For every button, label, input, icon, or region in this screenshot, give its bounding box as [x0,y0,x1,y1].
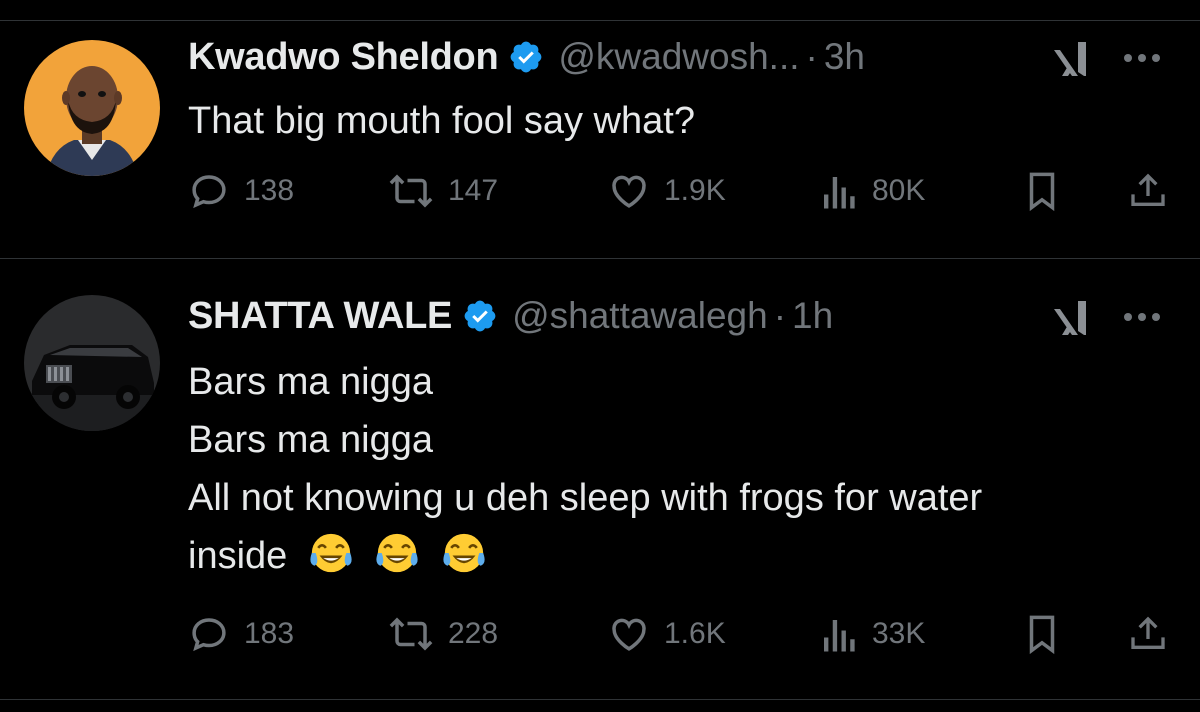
bottom-divider [0,699,1200,700]
user-handle[interactable]: @shattawalegh [512,295,768,337]
views-icon [824,177,855,209]
separator-dot: · [805,36,818,77]
views-count: 33K [872,617,926,650]
views-count: 80K [872,174,926,207]
like-icon [612,175,646,208]
like-button[interactable]: 1.9K [608,170,726,212]
repost-count: 228 [448,617,499,650]
views-icon [824,620,855,652]
display-name[interactable]: SHATTA WALE [188,295,452,338]
bookmark-button[interactable] [1024,613,1060,655]
views-button[interactable]: 33K [818,613,925,655]
tweet-line: All not knowing u deh sleep with frogs f… [188,477,983,519]
tweet-actions: 183 228 1.6K 33K [188,613,1178,661]
repost-button[interactable]: 228 [388,613,498,655]
reply-count: 183 [244,617,295,650]
tweet-header: Kwadwo Sheldon @kwadwosh... · 3h [188,32,865,82]
repost-button[interactable]: 147 [388,170,498,212]
reply-count: 138 [244,174,295,207]
timestamp[interactable]: 1h [792,295,833,337]
display-name[interactable]: Kwadwo Sheldon [188,36,499,79]
reply-icon [192,618,226,652]
tweet-text: Bars ma nigga Bars ma nigga All not know… [188,353,982,585]
avatar-shatta-wale[interactable] [24,295,160,431]
tweet-actions: 138 147 1.9K 80K [188,170,1178,218]
tweet-2[interactable]: SHATTA WALE @shattawalegh · 1h Bars ma n… [0,259,1200,699]
repost-icon [389,617,433,651]
share-icon [1131,173,1165,206]
tweet-line: Bars ma nigga [188,419,434,461]
avatar-kwadwo-sheldon[interactable] [24,40,160,176]
tweet-text: That big mouth fool say what? [188,92,695,150]
tears-of-joy-emoji-icon [443,533,485,573]
reply-icon [192,175,226,209]
separator-dot: · [773,295,787,336]
reply-button[interactable]: 138 [188,170,294,212]
share-button[interactable] [1128,613,1168,655]
repost-icon [389,174,433,208]
like-count: 1.9K [664,174,726,207]
verified-badge-icon [508,39,544,75]
more-icon[interactable] [1124,48,1168,68]
reply-button[interactable]: 183 [188,613,294,655]
verified-badge-icon [462,298,498,334]
share-button[interactable] [1128,170,1168,212]
bookmark-button[interactable] [1024,170,1060,212]
bookmark-icon [1029,615,1055,655]
tweet-line: inside [188,535,288,577]
like-count: 1.6K [664,617,726,650]
tears-of-joy-emoji-icon [376,533,419,573]
tears-of-joy-emoji-icon [310,533,352,573]
grok-icon[interactable] [1048,295,1096,343]
tweet-line: That big mouth fool say what? [188,100,695,142]
tweet-1[interactable]: Kwadwo Sheldon @kwadwosh... · 3h That bi… [0,0,1200,258]
tweet-header: SHATTA WALE @shattawalegh · 1h [188,291,833,341]
timestamp[interactable]: 3h [824,36,865,78]
share-icon [1131,616,1165,649]
user-handle[interactable]: @kwadwosh... [558,36,799,78]
tweet-line-last: inside [188,527,982,585]
like-button[interactable]: 1.6K [608,613,726,655]
like-icon [612,618,646,651]
views-button[interactable]: 80K [818,170,925,212]
tweet-line: Bars ma nigga [188,361,434,403]
bookmark-icon [1029,172,1055,212]
more-icon[interactable] [1124,307,1168,327]
grok-icon[interactable] [1048,36,1096,84]
repost-count: 147 [448,174,499,207]
